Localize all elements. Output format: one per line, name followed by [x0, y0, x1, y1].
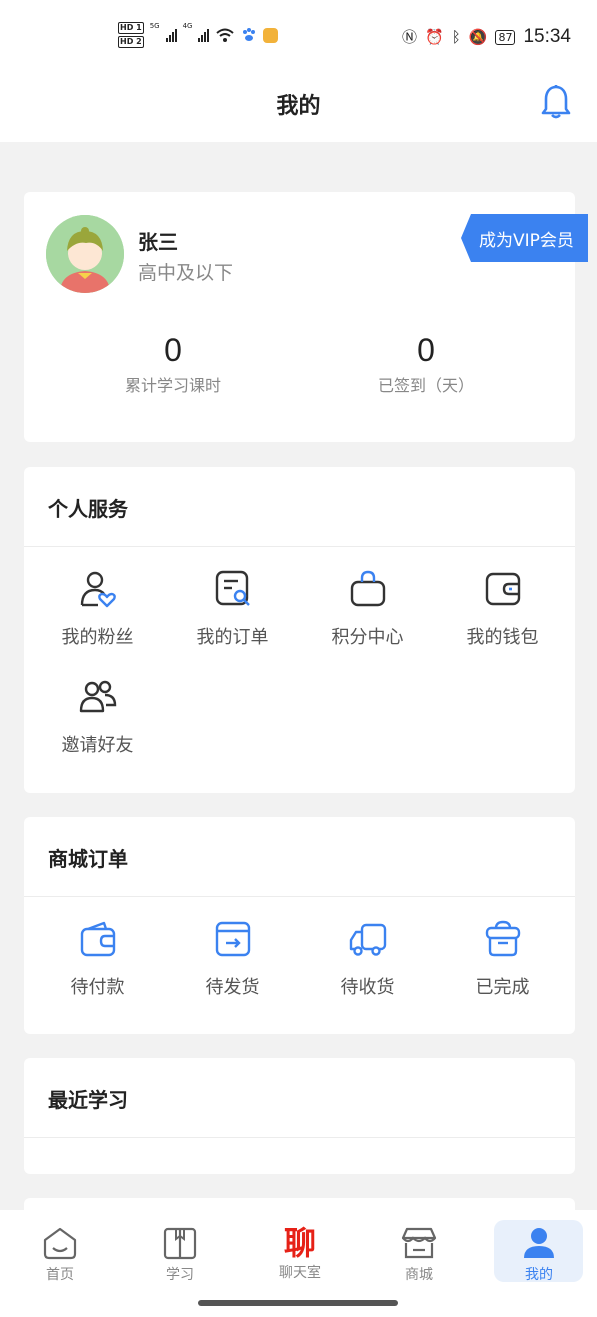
- paw-app-icon: [243, 28, 256, 41]
- avatar-illustration: [46, 215, 124, 293]
- bluetooth-icon: ᛒ: [451, 28, 461, 46]
- stat-checkin-days[interactable]: 0 已签到（天）: [326, 330, 526, 396]
- user-icon: [524, 1228, 554, 1258]
- chat-room-icon: 聊: [283, 1224, 316, 1262]
- order-pending-receipt[interactable]: 待收货: [300, 919, 435, 999]
- network1-label: 5G: [149, 22, 160, 30]
- app-notification-icon: [263, 27, 279, 43]
- points-bag-icon: [350, 570, 385, 607]
- service-orders[interactable]: 我的订单: [165, 569, 300, 649]
- user-grade: 高中及以下: [138, 262, 234, 284]
- page-title: 我的: [276, 94, 321, 119]
- tile-label: 待付款: [70, 977, 125, 998]
- stat-label: 累计学习课时: [124, 376, 221, 395]
- bell-icon[interactable]: [540, 84, 572, 120]
- nfc-icon: Ⓝ: [402, 28, 418, 46]
- service-invite-friends[interactable]: 邀请好友: [30, 677, 165, 757]
- sim1-label: HD 1: [118, 22, 144, 34]
- clock: 15:34: [523, 26, 571, 47]
- nav-label: 我的: [525, 1267, 553, 1283]
- battery-indicator: 87: [495, 29, 516, 45]
- nav-mine[interactable]: 我的: [489, 1220, 589, 1288]
- recent-study-card: 最近学习: [24, 1058, 575, 1174]
- signal-icon-2: [198, 28, 210, 42]
- order-pending-payment[interactable]: 待付款: [30, 919, 165, 999]
- divider: [24, 546, 575, 547]
- tile-label: 邀请好友: [61, 735, 134, 756]
- vip-label: 成为VIP会员: [479, 231, 574, 251]
- order-pending-shipment[interactable]: 待发货: [165, 919, 300, 999]
- store-icon: [401, 1227, 437, 1259]
- tile-label: 已完成: [475, 977, 530, 998]
- order-icon: [215, 570, 250, 606]
- home-icon: [43, 1227, 77, 1260]
- wallet-icon: [485, 572, 520, 606]
- service-wallet[interactable]: 我的钱包: [435, 569, 570, 649]
- tile-label: 待收货: [340, 977, 395, 998]
- nav-store[interactable]: 商城: [369, 1220, 469, 1288]
- tile-label: 我的订单: [196, 627, 269, 648]
- page-header: 我的: [0, 70, 597, 142]
- nav-label: 首页: [46, 1267, 74, 1283]
- avatar[interactable]: [46, 215, 124, 293]
- stat-study-hours[interactable]: 0 累计学习课时: [73, 330, 273, 396]
- order-completed[interactable]: 已完成: [435, 919, 570, 999]
- nav-label: 商城: [405, 1267, 433, 1283]
- service-points-center[interactable]: 积分中心: [300, 569, 435, 649]
- tile-label: 积分中心: [331, 627, 404, 648]
- mute-icon: 🔕: [468, 28, 488, 46]
- tile-label: 我的粉丝: [61, 627, 134, 648]
- network2-label: 4G: [182, 22, 193, 30]
- tile-label: 我的钱包: [466, 627, 539, 648]
- stat-value: 0: [417, 332, 435, 368]
- shop-orders-card: 商城订单 待付款 待发货 待收货 已完成: [24, 817, 575, 1034]
- tile-label: 待发货: [205, 977, 260, 998]
- truck-icon: [349, 923, 386, 956]
- user-name: 张三: [138, 230, 178, 254]
- nav-study[interactable]: 学习: [130, 1220, 230, 1288]
- sim2-label: HD 2: [118, 36, 144, 48]
- wallet-icon: [80, 921, 115, 957]
- book-icon: [163, 1227, 197, 1260]
- status-right: Ⓝ ⏰ ᛒ 🔕 87 15:34: [402, 26, 571, 48]
- stat-label: 已签到（天）: [377, 376, 474, 395]
- gift-box-icon: [485, 920, 520, 957]
- alarm-icon: ⏰: [425, 28, 444, 46]
- section-title: 商城订单: [48, 847, 128, 871]
- section-title: 个人服务: [48, 497, 128, 521]
- wifi-icon: [216, 28, 235, 42]
- personal-services-card: 个人服务 我的粉丝 我的订单 积分中心 我的钱包 邀请好友: [24, 467, 575, 793]
- home-indicator: [198, 1300, 398, 1306]
- signal-icon: [165, 28, 177, 42]
- vip-button[interactable]: 成为VIP会员: [461, 214, 588, 262]
- status-bar: HD 1 HD 2 5G 4G Ⓝ ⏰ ᛒ 🔕 87 15:34: [0, 0, 597, 70]
- nav-home[interactable]: 首页: [10, 1220, 110, 1288]
- divider: [24, 1137, 575, 1138]
- box-icon: [215, 921, 250, 957]
- section-title: 最近学习: [48, 1088, 128, 1112]
- profile-card: 张三 高中及以下 成为VIP会员 0 累计学习课时 0 已签到（天）: [24, 192, 588, 442]
- nav-label: 学习: [166, 1267, 194, 1283]
- nav-chat-room[interactable]: 聊 聊天室: [250, 1220, 350, 1288]
- status-left: HD 1 HD 2 5G 4G: [118, 22, 279, 48]
- invite-friends-icon: [79, 680, 116, 713]
- nav-label: 聊天室: [279, 1265, 321, 1281]
- divider: [24, 896, 575, 897]
- fans-icon: [80, 571, 116, 608]
- stat-value: 0: [164, 332, 182, 368]
- service-fans[interactable]: 我的粉丝: [30, 569, 165, 649]
